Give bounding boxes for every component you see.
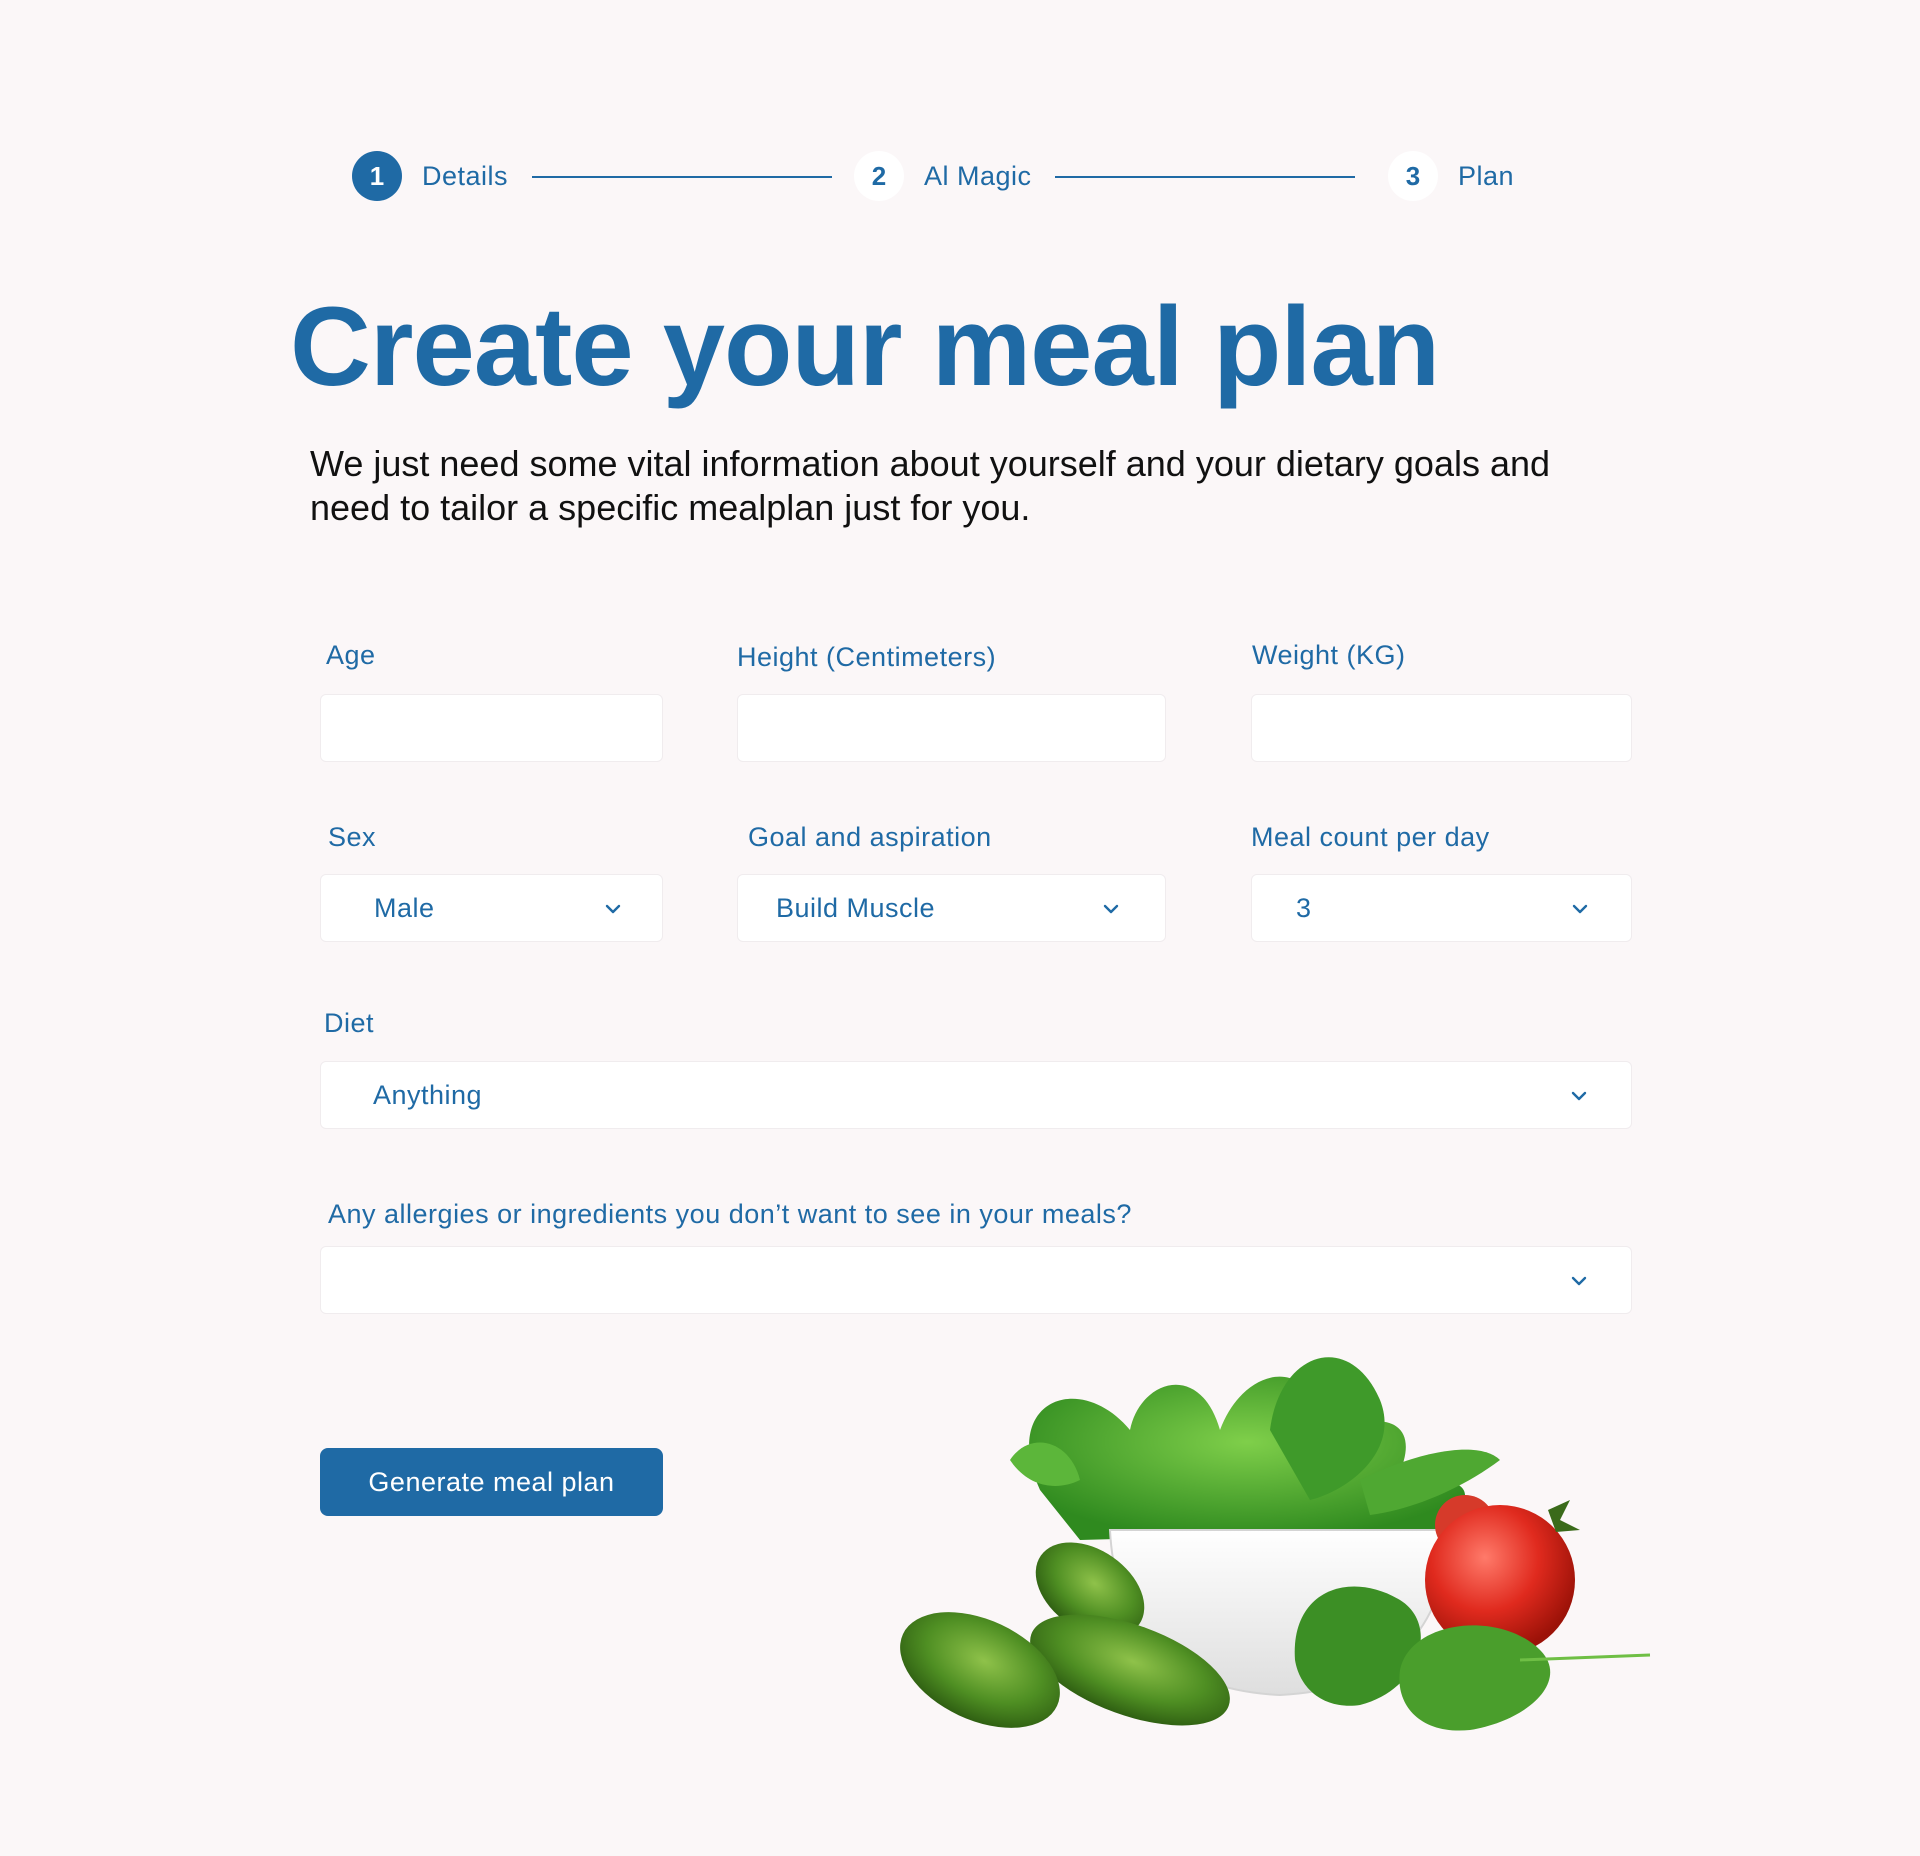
generate-meal-plan-button[interactable]: Generate meal plan bbox=[320, 1448, 663, 1516]
step-number-badge: 2 bbox=[854, 151, 904, 201]
step-label: Al Magic bbox=[924, 160, 1032, 191]
age-label: Age bbox=[326, 640, 376, 670]
chevron-down-icon bbox=[601, 897, 625, 921]
step-label: Details bbox=[422, 160, 509, 191]
page-title: Create your meal plan bbox=[290, 284, 1440, 409]
chevron-down-icon bbox=[1567, 1084, 1591, 1108]
step-details[interactable]: 1 Details bbox=[352, 148, 508, 204]
goal-select-value: Build Muscle bbox=[776, 893, 936, 923]
allergies-select[interactable] bbox=[320, 1246, 1632, 1314]
weight-label: Weight (KG) bbox=[1252, 640, 1406, 670]
step-number-badge: 3 bbox=[1388, 151, 1438, 201]
diet-select[interactable]: Anything bbox=[320, 1061, 1632, 1129]
sex-label: Sex bbox=[328, 822, 377, 852]
sex-select-value: Male bbox=[374, 893, 435, 923]
step-connector bbox=[1055, 176, 1355, 178]
step-label: Plan bbox=[1458, 160, 1515, 191]
step-number-badge: 1 bbox=[352, 151, 402, 201]
age-input[interactable] bbox=[320, 694, 663, 762]
height-label: Height (Centimeters) bbox=[737, 642, 997, 672]
meal-count-label: Meal count per day bbox=[1251, 822, 1490, 852]
page-subtitle: We just need some vital information abou… bbox=[310, 443, 1551, 528]
step-ai-magic[interactable]: 2 Al Magic bbox=[854, 148, 1032, 204]
step-connector bbox=[532, 176, 832, 178]
meal-count-select-value: 3 bbox=[1296, 893, 1312, 923]
diet-select-value: Anything bbox=[373, 1080, 483, 1110]
meal-count-select[interactable]: 3 bbox=[1251, 874, 1632, 942]
step-plan[interactable]: 3 Plan bbox=[1388, 148, 1514, 204]
weight-input[interactable] bbox=[1251, 694, 1632, 762]
goal-label: Goal and aspiration bbox=[748, 822, 992, 852]
sex-select[interactable]: Male bbox=[320, 874, 663, 942]
chevron-down-icon bbox=[1099, 897, 1123, 921]
allergies-label: Any allergies or ingredients you don’t w… bbox=[328, 1199, 1132, 1229]
diet-label: Diet bbox=[324, 1008, 375, 1038]
meal-plan-page: 1 Details 2 Al Magic 3 Plan Create your … bbox=[0, 0, 1920, 1856]
vegetables-bowl-illustration bbox=[880, 1340, 1660, 1740]
chevron-down-icon bbox=[1568, 897, 1592, 921]
height-input[interactable] bbox=[737, 694, 1166, 762]
progress-stepper: 1 Details 2 Al Magic 3 Plan bbox=[352, 148, 1522, 204]
chevron-down-icon bbox=[1567, 1269, 1591, 1293]
goal-select[interactable]: Build Muscle bbox=[737, 874, 1166, 942]
